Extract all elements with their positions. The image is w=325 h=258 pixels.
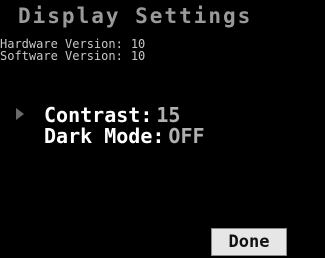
menu-item-contrast[interactable]: Contrast: 15 <box>44 104 180 126</box>
selection-arrow-icon <box>16 108 24 120</box>
menu-item-dark-mode[interactable]: Dark Mode: OFF <box>44 125 205 147</box>
dark-mode-value: OFF <box>168 124 205 148</box>
software-version-value: 10 <box>130 49 146 63</box>
software-version-line: Software Version: 10 <box>0 50 145 62</box>
page-title: Display Settings <box>18 4 253 28</box>
dark-mode-label: Dark Mode: <box>44 124 165 148</box>
software-version-label: Software Version: <box>0 49 123 63</box>
done-button[interactable]: Done <box>211 228 287 256</box>
display-settings-screen: Display Settings Hardware Version: 10 Sof… <box>0 0 325 258</box>
